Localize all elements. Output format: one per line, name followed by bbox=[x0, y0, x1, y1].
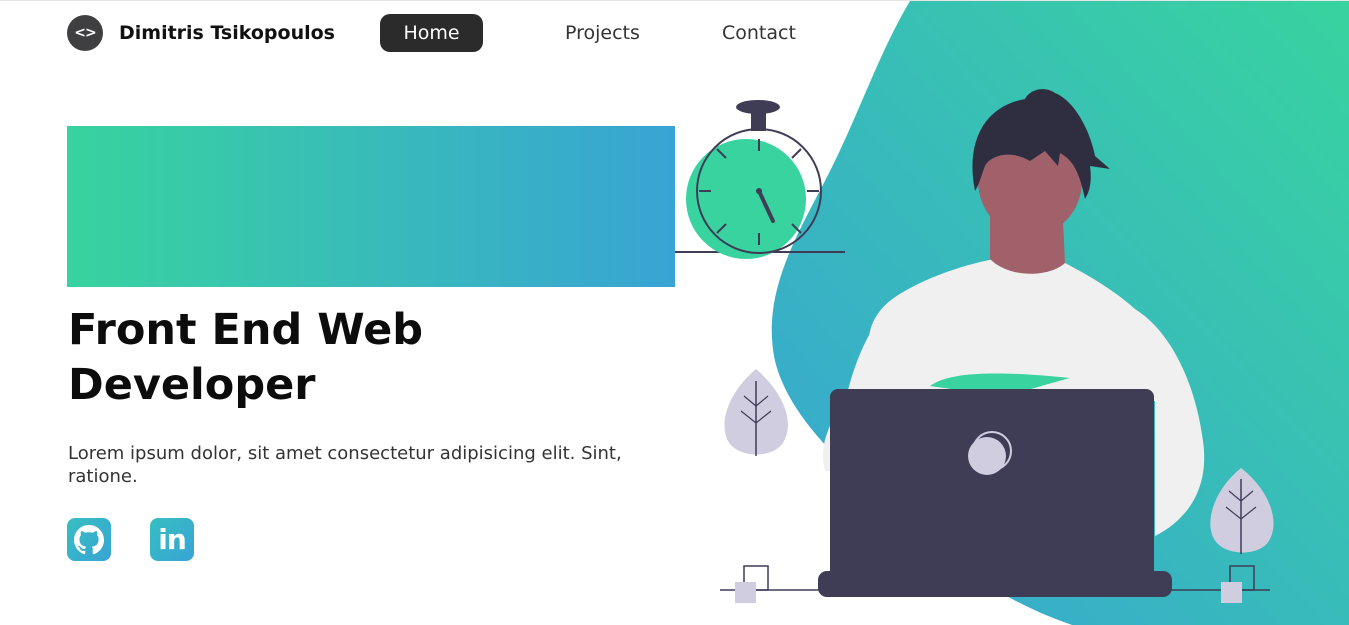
linkedin-button[interactable]: in bbox=[150, 518, 194, 561]
linkedin-icon: in bbox=[158, 523, 187, 556]
hero-title: Front End Web Developer bbox=[68, 305, 424, 410]
laptop-icon bbox=[818, 389, 1172, 597]
plant-right-icon bbox=[1210, 468, 1274, 554]
brand-name[interactable]: Dimitris Tsikopoulos bbox=[119, 22, 335, 44]
stopwatch-icon bbox=[675, 100, 845, 259]
nav-link-home[interactable]: Home bbox=[380, 14, 483, 52]
github-button[interactable] bbox=[67, 518, 111, 561]
portfolio-page: <> Dimitris Tsikopoulos Home Projects Co… bbox=[0, 0, 1349, 625]
nav-link-projects[interactable]: Projects bbox=[565, 22, 640, 44]
hero-gradient-band bbox=[67, 126, 675, 287]
github-icon bbox=[74, 524, 104, 554]
hero-description: Lorem ipsum dolor, sit amet consectetur … bbox=[68, 443, 622, 487]
plant-left-icon bbox=[724, 369, 788, 456]
nav-link-contact[interactable]: Contact bbox=[722, 22, 796, 44]
logo-icon[interactable]: <> bbox=[67, 15, 103, 51]
